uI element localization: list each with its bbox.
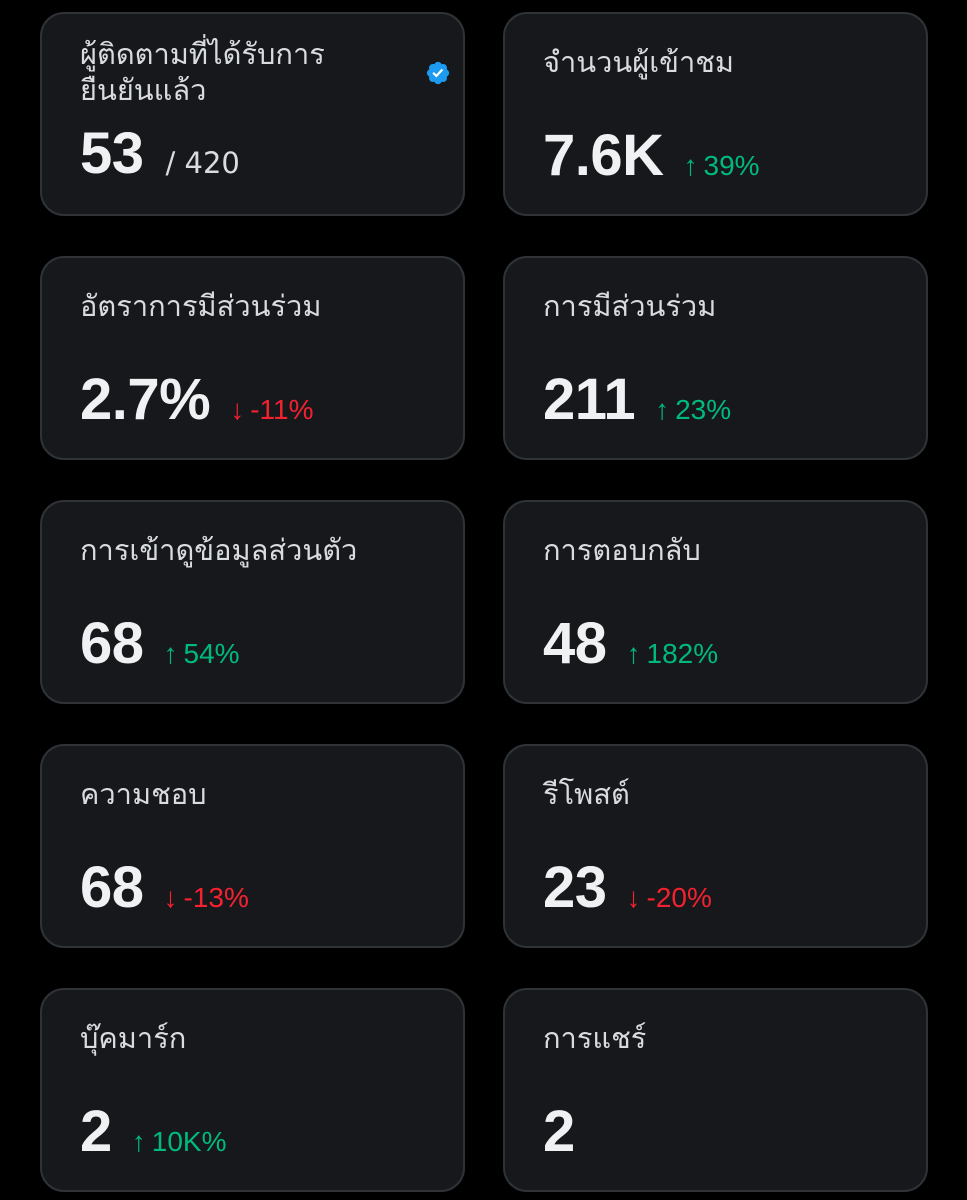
change-value: 23% bbox=[675, 394, 732, 425]
card-label: อัตราการมีส่วนร่วม bbox=[80, 289, 322, 323]
change-value: -13% bbox=[183, 882, 249, 913]
arrow-down-icon: ↓ bbox=[230, 394, 245, 425]
change-value: -20% bbox=[646, 882, 712, 913]
metric-value: 23 bbox=[543, 855, 607, 920]
verified-badge-icon bbox=[426, 61, 450, 85]
value-row: 2 bbox=[543, 1098, 575, 1165]
metric-value: 53 bbox=[80, 121, 144, 186]
card-bookmarks[interactable]: บุ๊คมาร์ก 2 ↑ 10K% bbox=[40, 988, 465, 1192]
change-indicator: ↑ 10K% bbox=[132, 1126, 227, 1158]
change-indicator: ↓ -13% bbox=[164, 882, 249, 914]
change-indicator: ↑ 39% bbox=[684, 150, 760, 182]
card-shares[interactable]: การแชร์ 2 bbox=[503, 988, 928, 1192]
metric-value: 2 bbox=[80, 1099, 112, 1164]
card-label: บุ๊คมาร์ก bbox=[80, 1021, 187, 1055]
change-indicator: ↑ 54% bbox=[164, 638, 240, 670]
card-replies[interactable]: การตอบกลับ 48 ↑ 182% bbox=[503, 500, 928, 704]
change-indicator: ↓ -20% bbox=[627, 882, 712, 914]
metric-value: 2 bbox=[543, 1099, 575, 1164]
change-value: 182% bbox=[646, 638, 719, 669]
card-impressions[interactable]: จำนวนผู้เข้าชม 7.6K ↑ 39% bbox=[503, 12, 928, 216]
card-label: จำนวนผู้เข้าชม bbox=[543, 45, 735, 79]
value-row: 7.6K ↑ 39% bbox=[543, 122, 760, 189]
value-row: 53 / 420 bbox=[80, 120, 240, 187]
metric-value: 68 bbox=[80, 611, 144, 676]
metric-value: 48 bbox=[543, 611, 607, 676]
card-label: การเข้าดูข้อมูลส่วนตัว bbox=[80, 533, 358, 567]
value-row: 48 ↑ 182% bbox=[543, 610, 718, 677]
value-row: 2 ↑ 10K% bbox=[80, 1098, 226, 1165]
card-engagement-rate[interactable]: อัตราการมีส่วนร่วม 2.7% ↓ -11% bbox=[40, 256, 465, 460]
metric-value: 7.6K bbox=[543, 123, 664, 188]
card-label: รีโพสต์ bbox=[543, 777, 630, 811]
card-label: ความชอบ bbox=[80, 777, 207, 811]
card-label: การมีส่วนร่วม bbox=[543, 289, 717, 323]
arrow-up-icon: ↑ bbox=[163, 638, 178, 669]
change-value: 10K% bbox=[151, 1126, 227, 1157]
card-verified-followers[interactable]: ผู้ติดตามที่ได้รับการยืนยันแล้ว 53 / 420 bbox=[40, 12, 465, 216]
card-label: การตอบกลับ bbox=[543, 533, 701, 567]
arrow-down-icon: ↓ bbox=[626, 882, 641, 913]
arrow-down-icon: ↓ bbox=[163, 882, 178, 913]
change-value: 39% bbox=[703, 150, 760, 181]
arrow-up-icon: ↑ bbox=[131, 1126, 146, 1157]
metric-value: 2.7% bbox=[80, 367, 211, 432]
metric-value: 68 bbox=[80, 855, 144, 920]
value-row: 23 ↓ -20% bbox=[543, 854, 712, 921]
change-value: 54% bbox=[183, 638, 240, 669]
value-row: 211 ↑ 23% bbox=[543, 366, 731, 433]
value-row: 2.7% ↓ -11% bbox=[80, 366, 314, 433]
value-row: 68 ↓ -13% bbox=[80, 854, 249, 921]
card-profile-visits[interactable]: การเข้าดูข้อมูลส่วนตัว 68 ↑ 54% bbox=[40, 500, 465, 704]
value-row: 68 ↑ 54% bbox=[80, 610, 240, 677]
change-indicator: ↓ -11% bbox=[230, 394, 313, 426]
change-indicator: ↑ 182% bbox=[627, 638, 719, 670]
metric-value: 211 bbox=[543, 367, 636, 432]
arrow-up-icon: ↑ bbox=[683, 150, 698, 181]
card-likes[interactable]: ความชอบ 68 ↓ -13% bbox=[40, 744, 465, 948]
change-value: -11% bbox=[250, 394, 314, 425]
metric-total: / 420 bbox=[165, 146, 240, 180]
card-reposts[interactable]: รีโพสต์ 23 ↓ -20% bbox=[503, 744, 928, 948]
card-label: การแชร์ bbox=[543, 1021, 647, 1055]
change-indicator: ↑ 23% bbox=[655, 394, 731, 426]
card-engagements[interactable]: การมีส่วนร่วม 211 ↑ 23% bbox=[503, 256, 928, 460]
arrow-up-icon: ↑ bbox=[655, 394, 670, 425]
card-label: ผู้ติดตามที่ได้รับการยืนยันแล้ว bbox=[80, 37, 325, 107]
metrics-grid: ผู้ติดตามที่ได้รับการยืนยันแล้ว 53 / 420… bbox=[40, 12, 928, 1192]
arrow-up-icon: ↑ bbox=[626, 638, 641, 669]
